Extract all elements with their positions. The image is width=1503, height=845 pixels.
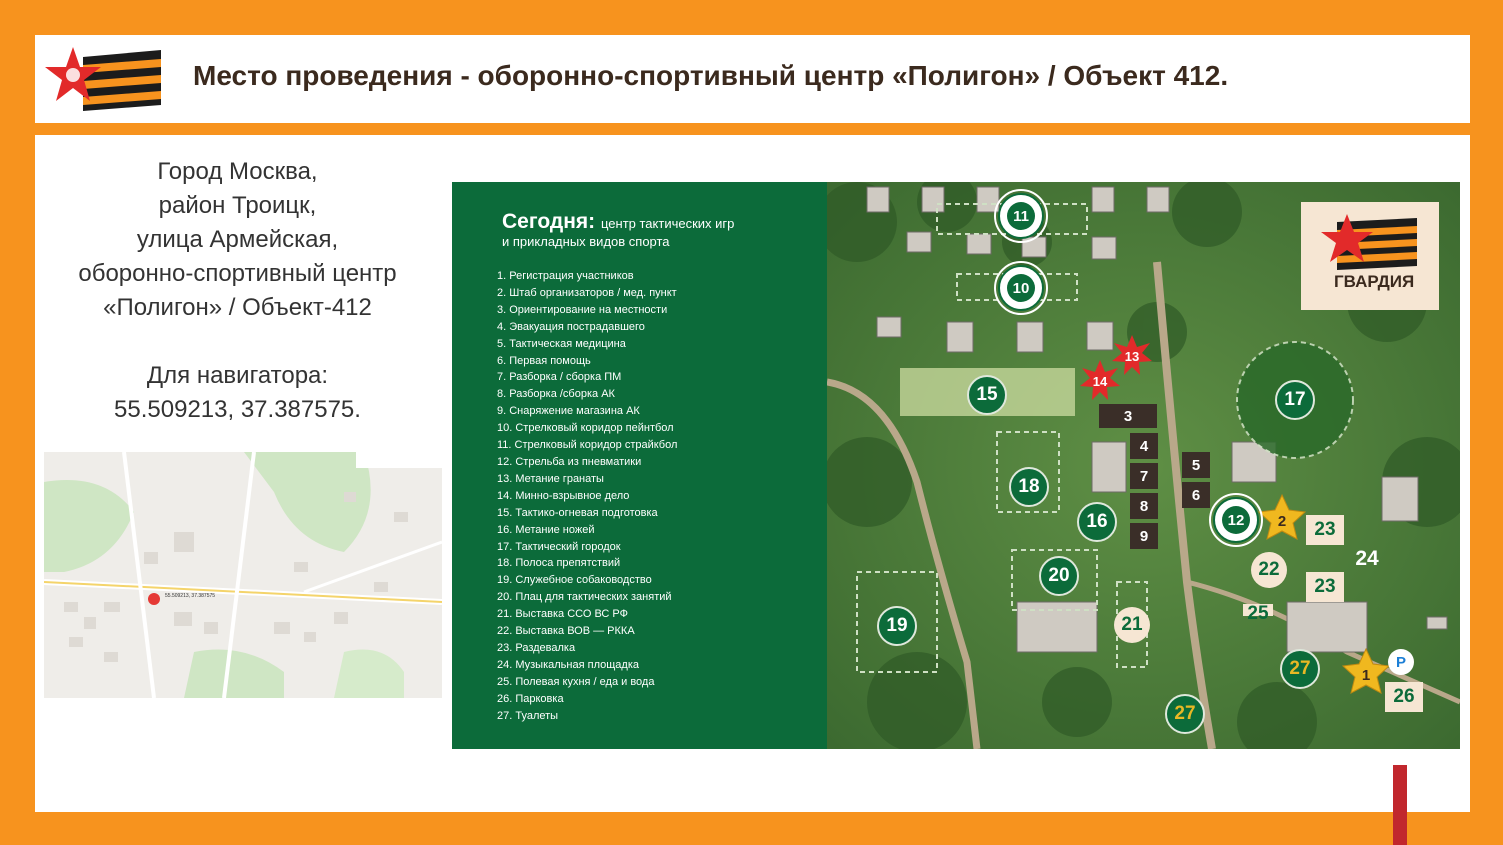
list-item: 10. Стрелковый коридор пейнтбол xyxy=(497,422,674,435)
page-title: Место проведения - оборонно-спортивный ц… xyxy=(193,60,1229,91)
marker-9[interactable]: 9 xyxy=(1130,523,1158,549)
address-line: улица Армейская, xyxy=(136,226,339,253)
list-item: 20. Плац для тактических занятий xyxy=(497,591,672,604)
list-item: 26. Парковка xyxy=(497,692,564,705)
marker-11[interactable]: 11 xyxy=(1007,202,1035,230)
star-ribbon-logo-icon xyxy=(45,47,161,111)
marker-22[interactable]: 22 xyxy=(1251,552,1287,588)
marker-25[interactable]: 25 xyxy=(1240,600,1276,628)
marker-6[interactable]: 6 xyxy=(1182,482,1210,508)
street-map[interactable]: 55.509213, 37.387575 xyxy=(44,452,442,698)
list-item: 24. Музыкальная площадка xyxy=(497,658,639,671)
orange-band xyxy=(0,123,1503,135)
list-item: 25. Полевая кухня / еда и вода xyxy=(497,675,655,688)
list-item: 16. Метание ножей xyxy=(497,523,595,536)
list-item: 18. Полоса препятствий xyxy=(497,557,621,570)
legend-panel: Сегодня: центр тактических игр и приклад… xyxy=(452,182,827,749)
list-item: 27. Туалеты xyxy=(497,709,559,722)
address-line: «Полигон» / Объект-412 xyxy=(103,294,372,321)
list-item: 15. Тактико-огневая подготовка xyxy=(497,506,658,519)
panel-title: Сегодня: центр тактических игр xyxy=(502,210,734,234)
marker-10[interactable]: 10 xyxy=(1007,274,1035,302)
marker-27[interactable]: 27 xyxy=(1280,649,1320,689)
list-item: 5. Тактическая медицина xyxy=(497,337,626,350)
list-item: 9. Снаряжение магазина АК xyxy=(497,405,640,418)
list-item: 21. Выставка ССО ВС РФ xyxy=(497,608,629,621)
list-item: 22. Выставка ВОВ — РККА xyxy=(497,625,635,638)
list-item: 14. Минно-взрывное дело xyxy=(497,489,630,502)
list-item: 3. Ориентирование на местности xyxy=(497,303,668,316)
list-item: 4. Эвакуация пострадавшего xyxy=(497,320,645,333)
panel-title-small: центр тактических игр xyxy=(600,216,735,231)
list-item: 13. Метание гранаты xyxy=(497,472,604,485)
marker-2[interactable]: 2 xyxy=(1268,507,1296,535)
navigator-coords: 55.509213, 37.387575. xyxy=(114,396,361,423)
map-pin-label: 55.509213, 37.387575 xyxy=(165,593,216,599)
address-line: район Троицк, xyxy=(158,192,317,219)
list-item: 2. Штаб организаторов / мед. пункт xyxy=(497,286,677,299)
panel-title-big: Сегодня: xyxy=(502,210,596,233)
panel-subtitle: и прикладных видов спорта xyxy=(502,234,670,249)
list-item: 11. Стрелковый коридор страйкбол xyxy=(497,439,678,452)
marker-13[interactable]: 13 xyxy=(1120,344,1144,368)
marker-4[interactable]: 4 xyxy=(1130,433,1158,459)
marker-20[interactable]: 20 xyxy=(1039,556,1079,596)
list-item: 12. Стрельба из пневматики xyxy=(497,455,642,468)
marker-24[interactable]: 24 xyxy=(1349,544,1385,574)
marker-26[interactable]: 26 xyxy=(1385,682,1423,712)
marker-17[interactable]: 17 xyxy=(1275,380,1315,420)
list-item: 1. Регистрация участников xyxy=(497,270,634,282)
navigator-label: Для навигатора: xyxy=(146,362,329,389)
list-item: 6. Первая помощь xyxy=(497,354,591,367)
marker-1[interactable]: 1 xyxy=(1352,661,1380,689)
list-item: 19. Служебное собаководство xyxy=(497,574,652,587)
marker-18[interactable]: 18 xyxy=(1009,467,1049,507)
list-item: 23. Раздевалка xyxy=(497,641,576,654)
list-item: 17. Тактический городок xyxy=(497,540,621,553)
marker-5[interactable]: 5 xyxy=(1182,452,1210,478)
parking-icon[interactable]: P xyxy=(1389,650,1413,674)
marker-14[interactable]: 14 xyxy=(1088,369,1112,393)
marker-15[interactable]: 15 xyxy=(967,375,1007,415)
aerial-site-map[interactable]: ГВАРДИЯ 11 10 12 13 14 15 17 18 16 20 19… xyxy=(827,182,1460,749)
street-map-graphic xyxy=(44,452,442,698)
marker-16[interactable]: 16 xyxy=(1077,502,1117,542)
red-accent-bar xyxy=(1393,765,1407,845)
address-line: оборонно-спортивный центр xyxy=(78,260,397,287)
legend-list: 1. Регистрация участников 2. Штаб органи… xyxy=(497,268,677,724)
address-block: Город Москва, район Троицк, улица Армейс… xyxy=(40,155,435,427)
marker-8[interactable]: 8 xyxy=(1130,493,1158,519)
gvardia-logo-text: ГВАРДИЯ xyxy=(1334,272,1415,291)
marker-12[interactable]: 12 xyxy=(1222,506,1250,534)
marker-23[interactable]: 23 xyxy=(1306,515,1344,545)
marker-21[interactable]: 21 xyxy=(1114,607,1150,643)
marker-27-b[interactable]: 27 xyxy=(1165,694,1205,734)
list-item: 7. Разборка / сборка ПМ xyxy=(497,371,622,384)
marker-23-b[interactable]: 23 xyxy=(1306,572,1344,602)
list-item: 8. Разборка /сборка АК xyxy=(497,388,615,401)
marker-3[interactable]: 3 xyxy=(1099,404,1157,428)
marker-7[interactable]: 7 xyxy=(1130,463,1158,489)
marker-19[interactable]: 19 xyxy=(877,606,917,646)
address-line: Город Москва, xyxy=(157,158,318,185)
